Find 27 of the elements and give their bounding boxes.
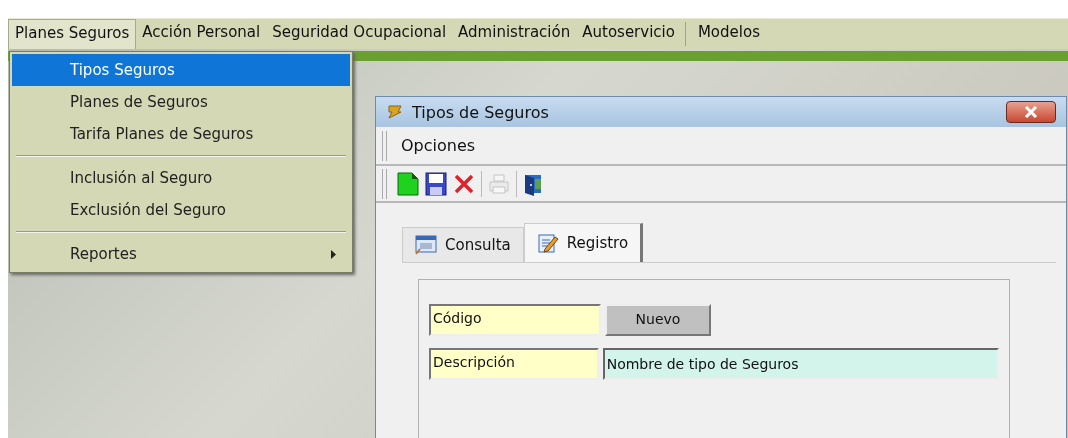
menu-item[interactable]: Opciones [397,134,480,158]
tab[interactable]: Registro [523,223,644,262]
menu-item[interactable]: Planes de Seguros [12,86,350,118]
window-icon [415,235,437,255]
close-button[interactable] [1006,101,1056,124]
code-display: Nuevo [605,304,711,336]
menu-item[interactable]: Administración [452,19,577,49]
field-label: Descripción [429,348,599,380]
field-label: Código [429,304,601,336]
menu-item[interactable]: Inclusión al Seguro [12,162,350,194]
menu-item[interactable]: Acción Personal [136,19,267,49]
new-document-icon[interactable] [397,171,419,196]
menu-item[interactable]: Reportes [12,238,350,270]
pencil-note-icon [536,233,559,253]
submenu-arrow-icon [331,250,336,259]
close-icon [1023,106,1039,119]
menu-item[interactable]: Tarifa Planes de Seguros [12,118,350,150]
menu-item[interactable]: Seguridad Ocupacional [266,19,453,49]
save-icon[interactable] [425,171,447,196]
input-field[interactable]: Nombre de tipo de Seguros [602,348,999,380]
menu-item[interactable]: Modelos [691,19,766,49]
menu-item[interactable]: Autoservicio [576,19,681,49]
menu-item[interactable]: Planes Seguros [8,19,137,49]
menu-item[interactable]: Tipos Seguros [12,54,350,86]
menu-item[interactable]: Exclusión del Seguro [12,194,350,226]
window-title: Tipos de Seguros [412,102,550,122]
tab[interactable]: Consulta [402,227,524,262]
